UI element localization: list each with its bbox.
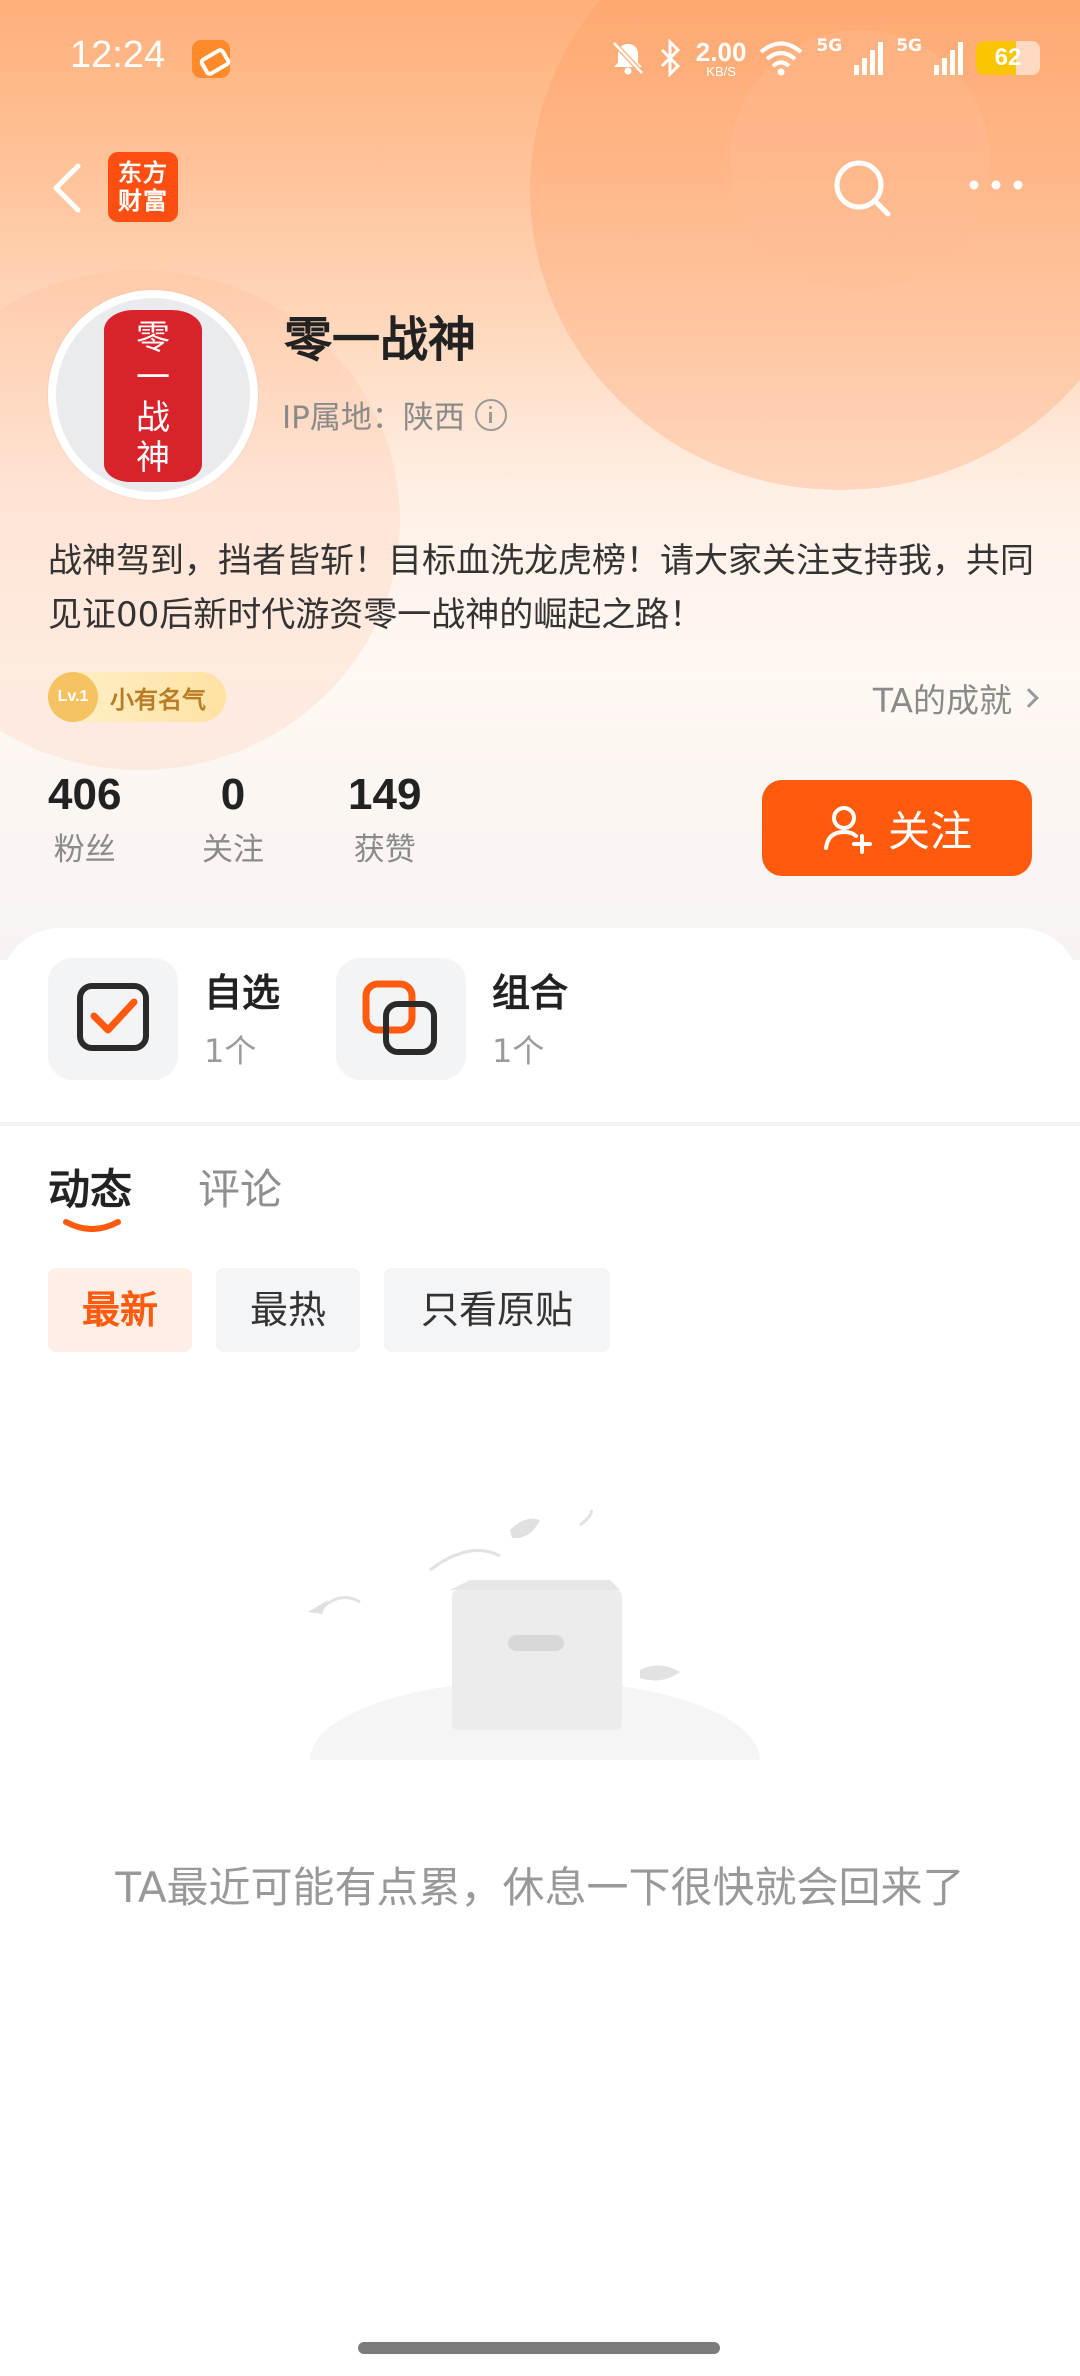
- filter-original-only[interactable]: 只看原贴: [384, 1268, 610, 1352]
- avatar[interactable]: 零一战神: [48, 290, 258, 500]
- achievements-label: TA的成就: [872, 681, 1012, 720]
- network-speed: 2.00 KB/S: [696, 39, 747, 78]
- stat-following[interactable]: 0 关注: [202, 770, 264, 869]
- add-user-icon: [823, 806, 872, 854]
- signal-5g-label: 5G: [816, 36, 843, 56]
- level-badge[interactable]: Lv.1 小有名气: [48, 672, 226, 722]
- battery-indicator: 62: [976, 41, 1040, 75]
- level-badge-icon: Lv.1: [48, 672, 98, 722]
- status-bar: 12:24 2.00 KB/S 5G 5G 62: [0, 0, 1080, 118]
- home-indicator[interactable]: [358, 2342, 720, 2354]
- follow-button[interactable]: 关注: [762, 780, 1032, 876]
- portfolio-icon: [362, 980, 437, 1055]
- tab-posts[interactable]: 动态: [48, 1156, 132, 1217]
- status-icons: 2.00 KB/S 5G 5G 62: [610, 36, 1040, 80]
- empty-state-message: TA最近可能有点累，休息一下很快就会回来了: [115, 1863, 965, 1912]
- wifi-icon: [760, 41, 803, 76]
- filter-latest[interactable]: 最新: [48, 1268, 192, 1352]
- app-logo: 东方财富: [108, 152, 178, 222]
- bluetooth-icon: [660, 39, 680, 77]
- status-time: 12:24: [70, 34, 166, 76]
- chevron-right-icon: [1019, 688, 1039, 708]
- empty-box-illustration: [300, 1510, 770, 1770]
- profile-bio: 战神驾到，挡者皆斩！目标血洗龙虎榜！请大家关注支持我，共同见证00后新时代游资零…: [48, 541, 1034, 635]
- achievements-link[interactable]: TA的成就: [872, 674, 1039, 722]
- signal-5g-label: 5G: [896, 36, 922, 56]
- ip-location: IP属地：陕西: [282, 392, 507, 437]
- search-icon[interactable]: [830, 156, 896, 222]
- section-divider: [0, 1122, 1080, 1126]
- filter-hottest[interactable]: 最热: [216, 1268, 360, 1352]
- ip-location-text: IP属地：陕西: [282, 400, 465, 436]
- stat-fans-label: 粉丝: [53, 832, 116, 868]
- mute-icon: [611, 41, 644, 75]
- battery-level: 62: [994, 44, 1022, 71]
- avatar-image: 零一战神: [56, 298, 250, 492]
- tab-active-indicator: [63, 1219, 121, 1232]
- app-logo-text: 东方财富: [118, 159, 168, 215]
- tab-comments[interactable]: 评论: [198, 1156, 282, 1217]
- stat-following-value: 0: [220, 770, 246, 819]
- checkbox-icon: [77, 983, 149, 1051]
- avatar-seal-text: 零一战神: [136, 318, 170, 478]
- signal-icon: [934, 42, 963, 75]
- info-icon[interactable]: [474, 398, 507, 431]
- stat-following-label: 关注: [202, 832, 264, 868]
- profile-name: 零一战神: [284, 312, 477, 368]
- watchlist-count: 1个: [204, 1032, 257, 1070]
- stat-likes-label: 获赞: [353, 832, 416, 868]
- portfolio-title[interactable]: 组合: [492, 962, 568, 1017]
- watchlist-title[interactable]: 自选: [204, 962, 280, 1017]
- signal-icon: [854, 42, 884, 75]
- portfolio-count: 1个: [492, 1032, 545, 1070]
- avatar-seal: 零一战神: [104, 310, 202, 482]
- stat-fans-value: 406: [48, 770, 122, 819]
- stat-fans[interactable]: 406 粉丝: [48, 770, 121, 869]
- back-icon[interactable]: [46, 160, 94, 216]
- app-notification-icon: [192, 40, 230, 78]
- more-options-icon[interactable]: [966, 170, 1026, 200]
- follow-button-label: 关注: [887, 806, 972, 856]
- network-speed-value: 2.00: [695, 36, 747, 67]
- watchlist-tile[interactable]: [48, 958, 178, 1080]
- level-badge-label: 小有名气: [110, 685, 206, 714]
- stat-likes: 149 获赞: [348, 770, 421, 869]
- stat-likes-value: 149: [348, 770, 422, 819]
- portfolio-tile[interactable]: [336, 958, 466, 1080]
